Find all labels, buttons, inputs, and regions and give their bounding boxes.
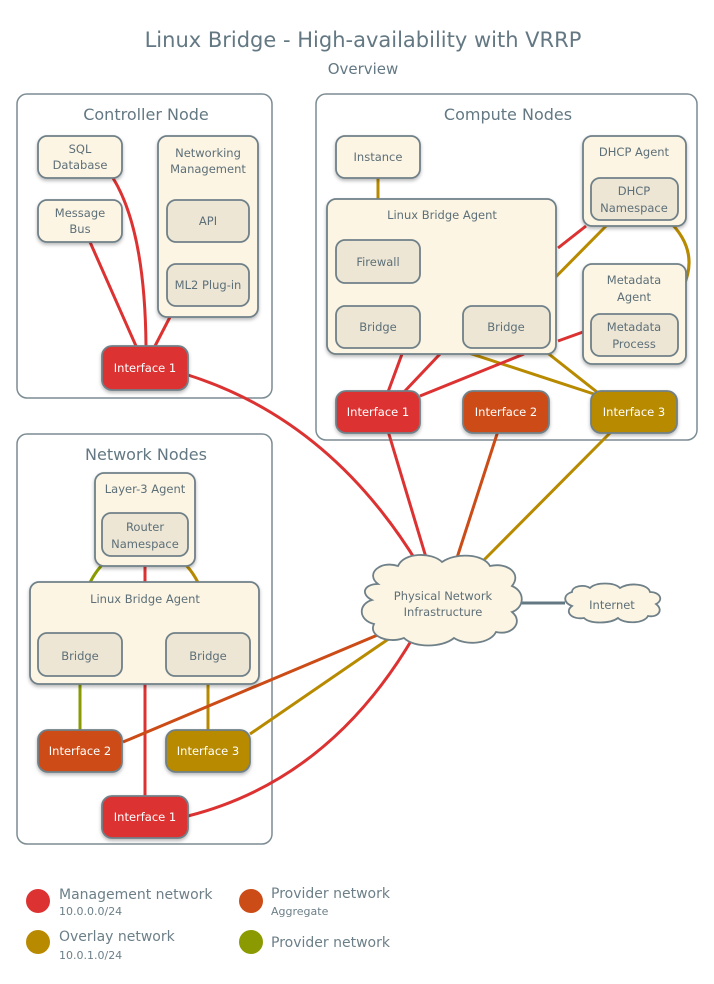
network-interface-1-label: Interface 1 bbox=[114, 810, 176, 824]
physical-network-label-2: Infrastructure bbox=[404, 605, 483, 619]
wire-cmp-if1-to-physical bbox=[386, 430, 430, 565]
controller-interface-1-label: Interface 1 bbox=[114, 361, 176, 375]
networking-management-label-2: Management bbox=[170, 162, 246, 176]
router-namespace-label-1: Router bbox=[126, 520, 164, 534]
legend-swatch-provider-aggregate bbox=[239, 889, 263, 913]
compute-lba-label: Linux Bridge Agent bbox=[387, 208, 497, 222]
network-nodes-title: Network Nodes bbox=[85, 445, 207, 464]
dhcp-namespace-label-2: Namespace bbox=[600, 201, 668, 215]
compute-interface-2-label: Interface 2 bbox=[475, 405, 537, 419]
network-lba-label: Linux Bridge Agent bbox=[90, 592, 200, 606]
controller-node-title: Controller Node bbox=[83, 105, 209, 124]
legend: Management network 10.0.0.0/24 Provider … bbox=[26, 886, 391, 962]
compute-bridge-left-label: Bridge bbox=[359, 320, 397, 334]
layer3-agent-label: Layer-3 Agent bbox=[105, 482, 186, 496]
network-interface-3-label: Interface 3 bbox=[177, 744, 239, 758]
metadata-agent-label-2: Agent bbox=[617, 290, 652, 304]
instance-label: Instance bbox=[354, 150, 403, 164]
compute-nodes-title: Compute Nodes bbox=[444, 105, 572, 124]
internet-label: Internet bbox=[589, 598, 635, 612]
sql-label-2: Database bbox=[53, 158, 108, 172]
networking-management-label-1: Networking bbox=[175, 146, 241, 160]
diagram-canvas: Linux Bridge - High-availability with VR… bbox=[16, 28, 698, 962]
compute-interface-3-label: Interface 3 bbox=[603, 405, 665, 419]
legend-swatch-provider bbox=[239, 930, 263, 954]
network-bridge-right-label: Bridge bbox=[189, 649, 227, 663]
diagram-subtitle: Overview bbox=[328, 60, 399, 78]
metadata-process-label-1: Metadata bbox=[607, 320, 661, 334]
router-namespace-label-2: Namespace bbox=[111, 537, 179, 551]
legend-label-provider: Provider network bbox=[271, 935, 391, 951]
dhcp-namespace-label-1: DHCP bbox=[618, 184, 651, 198]
legend-label-overlay: Overlay network bbox=[59, 929, 176, 945]
legend-sub-provider-aggregate: Aggregate bbox=[271, 905, 329, 918]
ml2-plugin-label: ML2 Plug-in bbox=[175, 278, 242, 292]
sql-label-1: SQL bbox=[69, 142, 92, 156]
metadata-process-label-2: Process bbox=[612, 337, 656, 351]
message-bus-label-2: Bus bbox=[69, 222, 90, 236]
compute-firewall-label: Firewall bbox=[356, 255, 399, 269]
legend-label-provider-aggregate: Provider network bbox=[271, 886, 391, 902]
physical-network-label-1: Physical Network bbox=[394, 589, 493, 603]
wire-cmp-if3-to-physical bbox=[474, 429, 614, 570]
legend-sub-management: 10.0.0.0/24 bbox=[59, 905, 122, 918]
wire-cmp-if2-to-physical bbox=[453, 430, 500, 565]
dhcp-agent-label: DHCP Agent bbox=[599, 145, 670, 159]
api-label: API bbox=[199, 214, 217, 228]
compute-bridge-right-label: Bridge bbox=[487, 320, 525, 334]
diagram-title: Linux Bridge - High-availability with VR… bbox=[145, 28, 582, 52]
message-bus-label-1: Message bbox=[55, 206, 105, 220]
legend-swatch-management bbox=[26, 889, 50, 913]
network-bridge-left-label: Bridge bbox=[61, 649, 99, 663]
legend-label-management: Management network bbox=[59, 887, 213, 903]
legend-swatch-overlay bbox=[26, 930, 50, 954]
legend-sub-overlay: 10.0.1.0/24 bbox=[59, 949, 122, 962]
network-interface-2-label: Interface 2 bbox=[49, 744, 111, 758]
metadata-agent-label-1: Metadata bbox=[607, 273, 661, 287]
compute-interface-1-label: Interface 1 bbox=[347, 405, 409, 419]
